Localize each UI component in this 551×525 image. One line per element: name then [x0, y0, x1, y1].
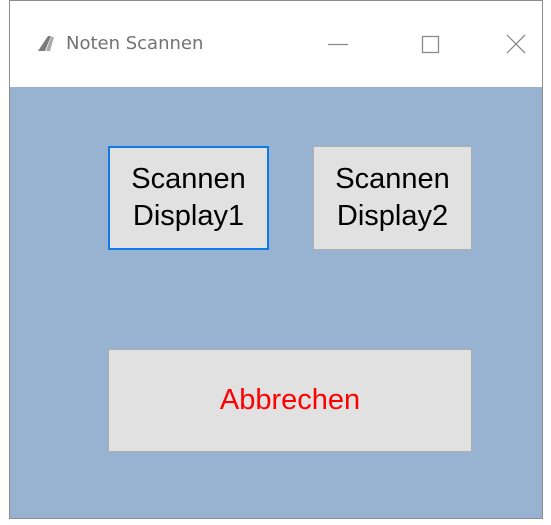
client-area: Scannen Display1 Scannen Display2 Abbrec…	[10, 87, 542, 518]
title-bar[interactable]: Noten Scannen	[10, 1, 542, 87]
scan-display2-label: Scannen Display2	[335, 163, 450, 232]
minimize-icon	[328, 43, 348, 46]
window-title: Noten Scannen	[66, 33, 204, 54]
minimize-button[interactable]	[315, 21, 361, 67]
maximize-icon	[421, 35, 440, 54]
maximize-button[interactable]	[407, 21, 453, 67]
app-window: Noten Scannen Scannen Display1 Scannen D…	[9, 0, 543, 519]
scan-display2-button[interactable]: Scannen Display2	[313, 146, 472, 250]
cancel-button[interactable]: Abbrechen	[108, 349, 472, 452]
scan-display1-button[interactable]: Scannen Display1	[108, 146, 269, 250]
scan-display1-label: Scannen Display1	[131, 163, 246, 232]
close-icon	[506, 34, 526, 54]
cancel-label: Abbrechen	[219, 384, 361, 416]
app-logo-icon	[37, 33, 57, 53]
close-button[interactable]	[493, 21, 539, 67]
